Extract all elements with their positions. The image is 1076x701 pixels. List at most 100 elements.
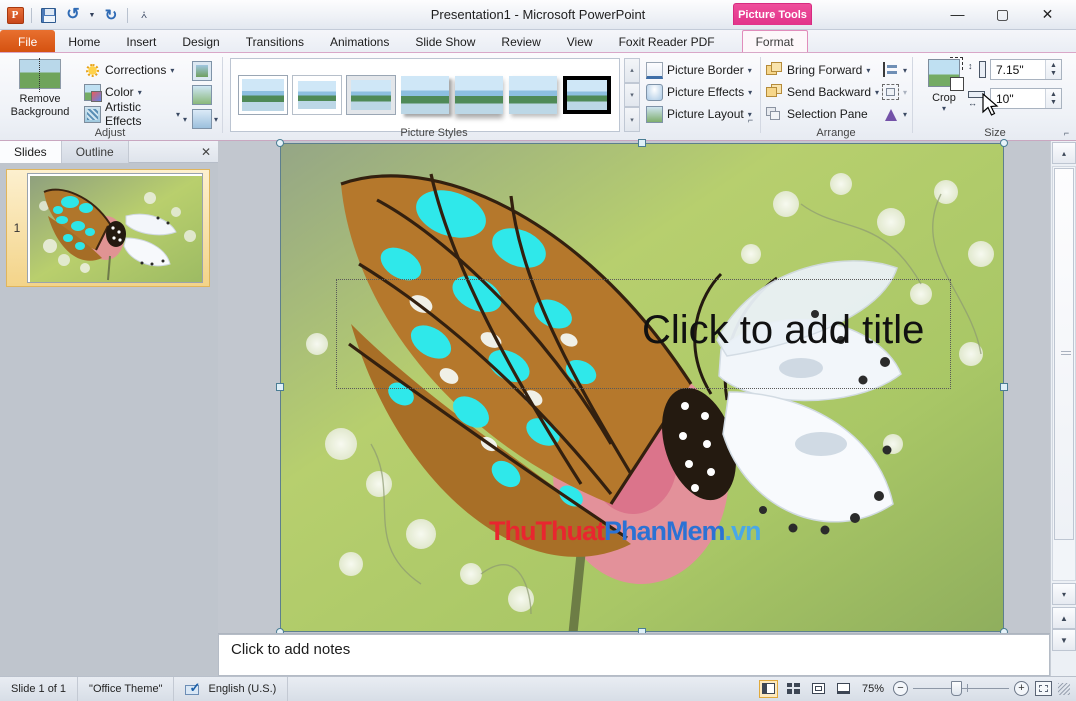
shape-width-input[interactable]: 10" ▲ ▼ [990,88,1062,109]
picture-style-0[interactable] [239,76,287,114]
zoom-in-button[interactable]: + [1014,681,1029,696]
slide-thumbnail-item[interactable]: 1 [6,169,210,287]
change-picture-icon[interactable] [192,85,212,105]
shape-width-spinner[interactable]: ▲ ▼ [1045,89,1061,108]
zoom-slider-track[interactable] [913,688,1009,689]
slide-sorter-view-button[interactable] [784,680,803,698]
slide-canvas-area[interactable]: Click to add title ThuThuatPhanMem.vn [218,141,1050,634]
zoom-control[interactable]: − + [893,681,1029,696]
height-spin-up-icon[interactable]: ▲ [1050,62,1057,70]
ribbon-group-picture-styles: ▴ ▾ ▾ Picture Styles [224,53,644,141]
group-separator-3 [912,57,913,133]
next-slide-button[interactable]: ▼ [1052,629,1076,651]
status-language[interactable]: English (U.S.) [174,677,288,701]
tab-slide-show[interactable]: Slide Show [402,30,488,53]
gallery-scroll-down-icon[interactable]: ▾ [624,83,640,108]
picture-style-1[interactable] [293,76,341,114]
remove-background-icon [19,59,61,89]
size-dialog-launcher[interactable]: ⌐ [1061,127,1072,138]
zoom-slider-thumb[interactable] [951,681,962,696]
notes-pane[interactable]: Click to add notes [218,634,1050,676]
send-backward-button[interactable]: Send Backward ▾ [766,82,879,102]
tab-transitions[interactable]: Transitions [233,30,317,53]
picture-style-5[interactable] [509,76,557,114]
tab-file[interactable]: File [0,30,55,53]
reading-view-button[interactable] [809,680,828,698]
close-pane-icon[interactable]: ✕ [198,144,214,160]
status-right-controls: 75% − + [759,680,1076,698]
tab-foxit-reader-pdf[interactable]: Foxit Reader PDF [606,30,728,53]
scroll-down-button[interactable]: ▾ [1052,583,1076,605]
resize-handle-middle-left[interactable] [276,383,284,391]
rotate-button[interactable]: ▾ [882,104,907,124]
slide-number: 1 [7,221,27,235]
status-slide-count[interactable]: Slide 1 of 1 [0,677,78,701]
remove-background-button[interactable]: Remove Background [6,57,74,133]
picture-border-label: Picture Border [667,63,744,77]
close-button[interactable]: ✕ [1025,2,1070,26]
resize-handle-top-center[interactable] [638,139,646,147]
resize-grip-icon[interactable] [1058,683,1070,695]
corrections-button[interactable]: Corrections ▾ [84,60,174,80]
crop-button[interactable]: Crop ▾ [920,57,968,129]
picture-style-4[interactable] [455,76,503,114]
align-button[interactable]: ▾ [882,60,907,80]
resize-handle-top-left[interactable] [276,139,284,147]
picture-style-3[interactable] [401,76,449,114]
picture-style-6-selected[interactable] [563,76,611,114]
picture-effects-button[interactable]: Picture Effects ▾ [646,82,752,102]
maximize-button[interactable]: ▢ [980,2,1025,26]
slide-show-button[interactable] [834,680,853,698]
color-button[interactable]: Color ▾ [84,82,142,102]
tab-animations[interactable]: Animations [317,30,402,53]
resize-handle-top-right[interactable] [1000,139,1008,147]
artistic-effects-button[interactable]: Artistic Effects ▾ [84,104,180,124]
scrollbar-thumb[interactable] [1054,168,1074,540]
tab-home[interactable]: Home [55,30,113,53]
width-spin-up-icon[interactable]: ▲ [1050,91,1057,99]
thumbnail-butterfly-photo [30,176,202,282]
picture-styles-dialog-launcher[interactable]: ⌐ [745,114,756,125]
tab-view[interactable]: View [554,30,606,53]
status-theme[interactable]: "Office Theme" [78,677,174,701]
minimize-button[interactable]: — [935,2,980,26]
reset-picture-chevron-down-icon[interactable]: ▾ [183,115,187,124]
ribbon-group-size: Crop ▾ ↕ 7.15" ▲ ▼ ↔ 10" ▲ ▼ Size ⌐ [914,53,1076,141]
tab-slides[interactable]: Slides [0,141,62,163]
tab-insert[interactable]: Insert [113,30,169,53]
scrollbar-track[interactable] [1052,166,1076,581]
tab-design[interactable]: Design [169,30,232,53]
tab-outline[interactable]: Outline [62,141,129,163]
picture-styles-gallery[interactable] [230,58,620,132]
height-spin-down-icon[interactable]: ▼ [1050,70,1057,78]
gallery-scroll-up-icon[interactable]: ▴ [624,58,640,83]
reset-picture-icon[interactable] [192,109,212,129]
group-button[interactable]: ▾ [882,82,907,102]
slide-thumbnail-image [27,173,203,283]
previous-slide-button[interactable]: ▲ [1052,607,1076,629]
width-spin-down-icon[interactable]: ▼ [1050,99,1057,107]
picture-border-button[interactable]: Picture Border ▾ [646,60,752,80]
artistic-effects-label: Artistic Effects [105,100,172,128]
picture-layout-button[interactable]: Picture Layout ▾ [646,104,752,124]
reset-picture-more-chevron-icon[interactable]: ▾ [214,115,218,124]
scroll-up-button[interactable]: ▴ [1052,142,1076,164]
align-chevron-down-icon: ▾ [903,66,907,75]
normal-view-button[interactable] [759,680,778,698]
spellcheck-icon[interactable] [185,682,201,696]
resize-handle-middle-right[interactable] [1000,383,1008,391]
bring-forward-button[interactable]: Bring Forward ▾ [766,60,870,80]
shape-height-spinner[interactable]: ▲ ▼ [1045,60,1061,79]
zoom-out-button[interactable]: − [893,681,908,696]
tab-review[interactable]: Review [488,30,553,53]
picture-style-2[interactable] [347,76,395,114]
selection-pane-button[interactable]: Selection Pane [766,104,868,124]
fit-to-window-icon[interactable] [1035,681,1052,696]
compress-pictures-icon[interactable] [192,61,212,81]
tab-format[interactable]: Format [742,30,808,53]
group-icon [882,84,899,100]
picture-effects-label: Picture Effects [667,85,744,99]
vertical-scrollbar[interactable]: ▴ ▾ ▲ ▼ [1050,141,1076,676]
shape-height-input[interactable]: 7.15" ▲ ▼ [990,59,1062,80]
corrections-label: Corrections [105,63,166,77]
